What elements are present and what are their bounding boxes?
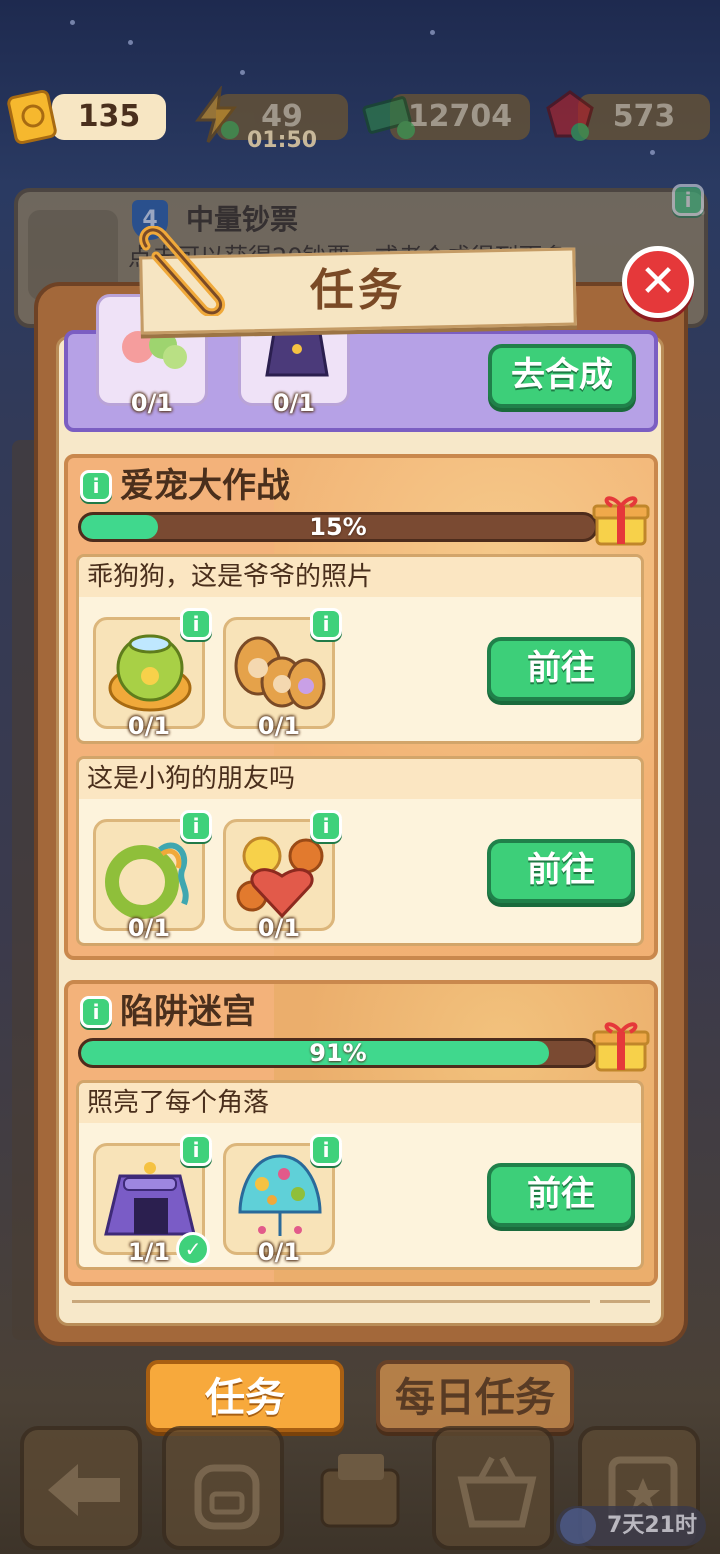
item-count: 0/1 (257, 712, 301, 740)
nav-basket-button[interactable] (432, 1426, 554, 1550)
nav-backpack-button[interactable] (162, 1426, 284, 1550)
item-info-icon[interactable]: i (310, 608, 342, 640)
item-slot[interactable]: 0/1 i (223, 1134, 342, 1266)
item-slot[interactable]: 0/1 i (93, 810, 212, 942)
photo-frames-icon (234, 636, 326, 710)
tab-tasks[interactable]: 任务 (146, 1360, 344, 1432)
lightning-icon (195, 86, 239, 143)
task-title: 这是小狗的朋友吗 (87, 764, 296, 794)
task-row: 乖狗狗，这是爷爷的照片 0/1 i 0/1 i 前往 (76, 554, 644, 744)
quest-progress-bar: 91% (78, 1038, 598, 1068)
task-title: 乖狗狗，这是爷爷的照片 (87, 562, 374, 592)
merge-task-card: 0/1 0/1 去合成 (64, 294, 658, 432)
rope-ring-toy-icon (105, 842, 189, 919)
go-button[interactable]: 前往 (487, 839, 635, 903)
item-slot[interactable]: 0/1 i (223, 608, 342, 740)
tip-info-icon[interactable]: i (672, 184, 704, 216)
quest-progress-bar: 15% (78, 512, 598, 542)
quest-title: 陷阱迷宫 (120, 992, 256, 1032)
close-button[interactable]: ✕ (622, 246, 694, 318)
dialog-title: 任务 (310, 265, 406, 316)
quest-info-icon[interactable]: i (80, 996, 112, 1028)
task-title: 照亮了每个角落 (87, 1088, 270, 1118)
backpack-icon (194, 1464, 260, 1530)
item-slot[interactable]: 0/1 i (223, 810, 342, 942)
item-info-icon[interactable]: i (310, 810, 342, 842)
task-row: 这是小狗的朋友吗 0/1 i 0/1 i 前往 (76, 756, 644, 946)
check-icon: ✓ (176, 1232, 210, 1266)
event-icon (560, 1508, 596, 1544)
tab-daily-tasks[interactable]: 每日任务 (376, 1360, 574, 1432)
gift-box-icon[interactable] (592, 490, 650, 548)
item-info-icon[interactable]: i (180, 1134, 212, 1166)
arrow-left-icon (48, 1464, 120, 1516)
gift-box-icon[interactable] (592, 1016, 650, 1074)
quest-info-icon[interactable]: i (80, 470, 112, 502)
close-icon: ✕ (639, 256, 677, 307)
cash-stack-icon (362, 96, 415, 139)
basket-icon (457, 1456, 537, 1528)
nav-chest-button[interactable] (308, 1440, 412, 1540)
item-count: 0/1 (257, 914, 301, 942)
item-info-icon[interactable]: i (180, 608, 212, 640)
dog-cookies-icon (236, 836, 324, 919)
progress-label: 91% (309, 1039, 367, 1067)
nav-back-button[interactable] (20, 1426, 142, 1550)
tickets-value: 135 (77, 99, 141, 134)
item-count: 0/1 (130, 389, 174, 417)
ruby-icon (546, 90, 594, 141)
item-slot[interactable]: 1/1 i ✓ (93, 1134, 212, 1266)
purple-tent-icon (104, 1162, 196, 1236)
go-merge-button[interactable]: 去合成 (488, 344, 636, 408)
quest-title: 爱宠大作战 (120, 466, 290, 506)
timer-text: 7天21时 (607, 1513, 697, 1538)
treasure-chest-icon (320, 1454, 400, 1528)
item-info-icon[interactable]: i (310, 1134, 342, 1166)
item-info-icon[interactable]: i (180, 810, 212, 842)
item-slot[interactable]: 0/1 i (93, 608, 212, 740)
go-button[interactable]: 前往 (487, 637, 635, 701)
list-scroll-track[interactable] (72, 1300, 590, 1303)
ticket-icon (7, 89, 57, 145)
item-count: 0/1 (272, 389, 316, 417)
item-count: 0/1 (127, 914, 171, 942)
list-scroll-track-end (600, 1300, 650, 1303)
progress-label: 15% (309, 513, 367, 541)
event-timer-badge[interactable]: 7天21时 (556, 1506, 706, 1546)
task-row: 照亮了每个角落 1/1 i ✓ 0/1 i 前往 (76, 1080, 644, 1270)
flower-plate-icon (122, 331, 187, 369)
pet-bowl-icon (108, 634, 192, 712)
go-button[interactable]: 前往 (487, 1163, 635, 1227)
item-count: 0/1 (257, 1238, 301, 1266)
item-count: 0/1 (127, 712, 171, 740)
